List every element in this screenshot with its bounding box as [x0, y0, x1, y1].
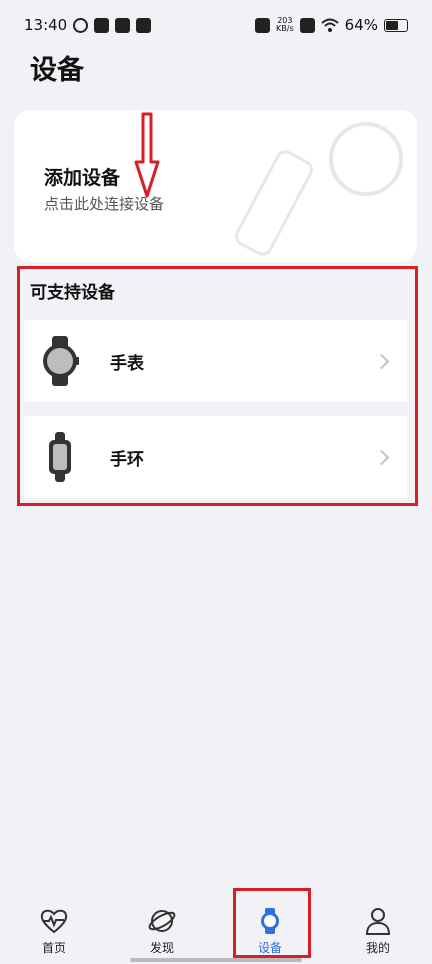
device-label-band: 手环: [110, 449, 144, 470]
nav-discover[interactable]: 发现: [112, 898, 212, 964]
mail-icon: [115, 17, 131, 33]
status-time: 13:40: [24, 16, 68, 34]
chevron-right-icon: [373, 353, 390, 369]
supported-devices-section: 可支持设备 手表 手环: [14, 266, 417, 504]
chevron-right-icon: [373, 449, 390, 465]
shield-icon: [136, 17, 152, 33]
battery-percent: 64%: [344, 16, 378, 34]
sim-off-icon: [299, 17, 315, 33]
nav-label-home: 首页: [41, 941, 66, 955]
device-row-watch[interactable]: 手表: [24, 320, 407, 402]
bottom-nav: 首页 发现 设备 我的: [0, 898, 432, 964]
add-device-title: 添加设备: [44, 167, 121, 189]
heart-pulse-icon: [39, 906, 69, 936]
device-label-watch: 手表: [110, 353, 144, 374]
band-icon: [38, 429, 82, 485]
planet-icon: [147, 906, 177, 936]
watch-icon: [38, 333, 82, 389]
nav-devices[interactable]: 设备: [220, 898, 320, 964]
page-title: 设备: [30, 55, 84, 86]
battery-level: [386, 20, 398, 30]
band-illustration: [231, 146, 317, 260]
wifi-icon: [320, 18, 339, 32]
status-right: 203 KB/s 64%: [255, 16, 408, 34]
tiktok-icon: [94, 17, 110, 33]
person-icon: [363, 906, 393, 936]
home-indicator[interactable]: [130, 958, 302, 962]
nav-label-me: 我的: [365, 941, 390, 955]
add-device-card[interactable]: 添加设备 点击此处连接设备: [14, 110, 417, 262]
net-speed: 203 KB/s: [276, 17, 294, 33]
net-speed-unit: KB/s: [276, 24, 294, 33]
nav-label-devices: 设备: [257, 941, 282, 955]
section-title: 可支持设备: [30, 283, 115, 303]
nav-me[interactable]: 我的: [328, 898, 428, 964]
watch-illustration: [329, 122, 403, 196]
status-left: 13:40: [24, 16, 152, 34]
status-bar: 13:40 203 KB/s 64%: [0, 0, 432, 50]
nav-home[interactable]: 首页: [4, 898, 104, 964]
battery-icon: [384, 18, 408, 32]
annotation-arrow: [134, 112, 160, 198]
device-row-band[interactable]: 手环: [24, 416, 407, 498]
watch-icon: [255, 906, 285, 936]
vibrate-icon: [255, 17, 271, 33]
sync-icon: [73, 17, 89, 33]
nav-label-discover: 发现: [149, 941, 174, 955]
